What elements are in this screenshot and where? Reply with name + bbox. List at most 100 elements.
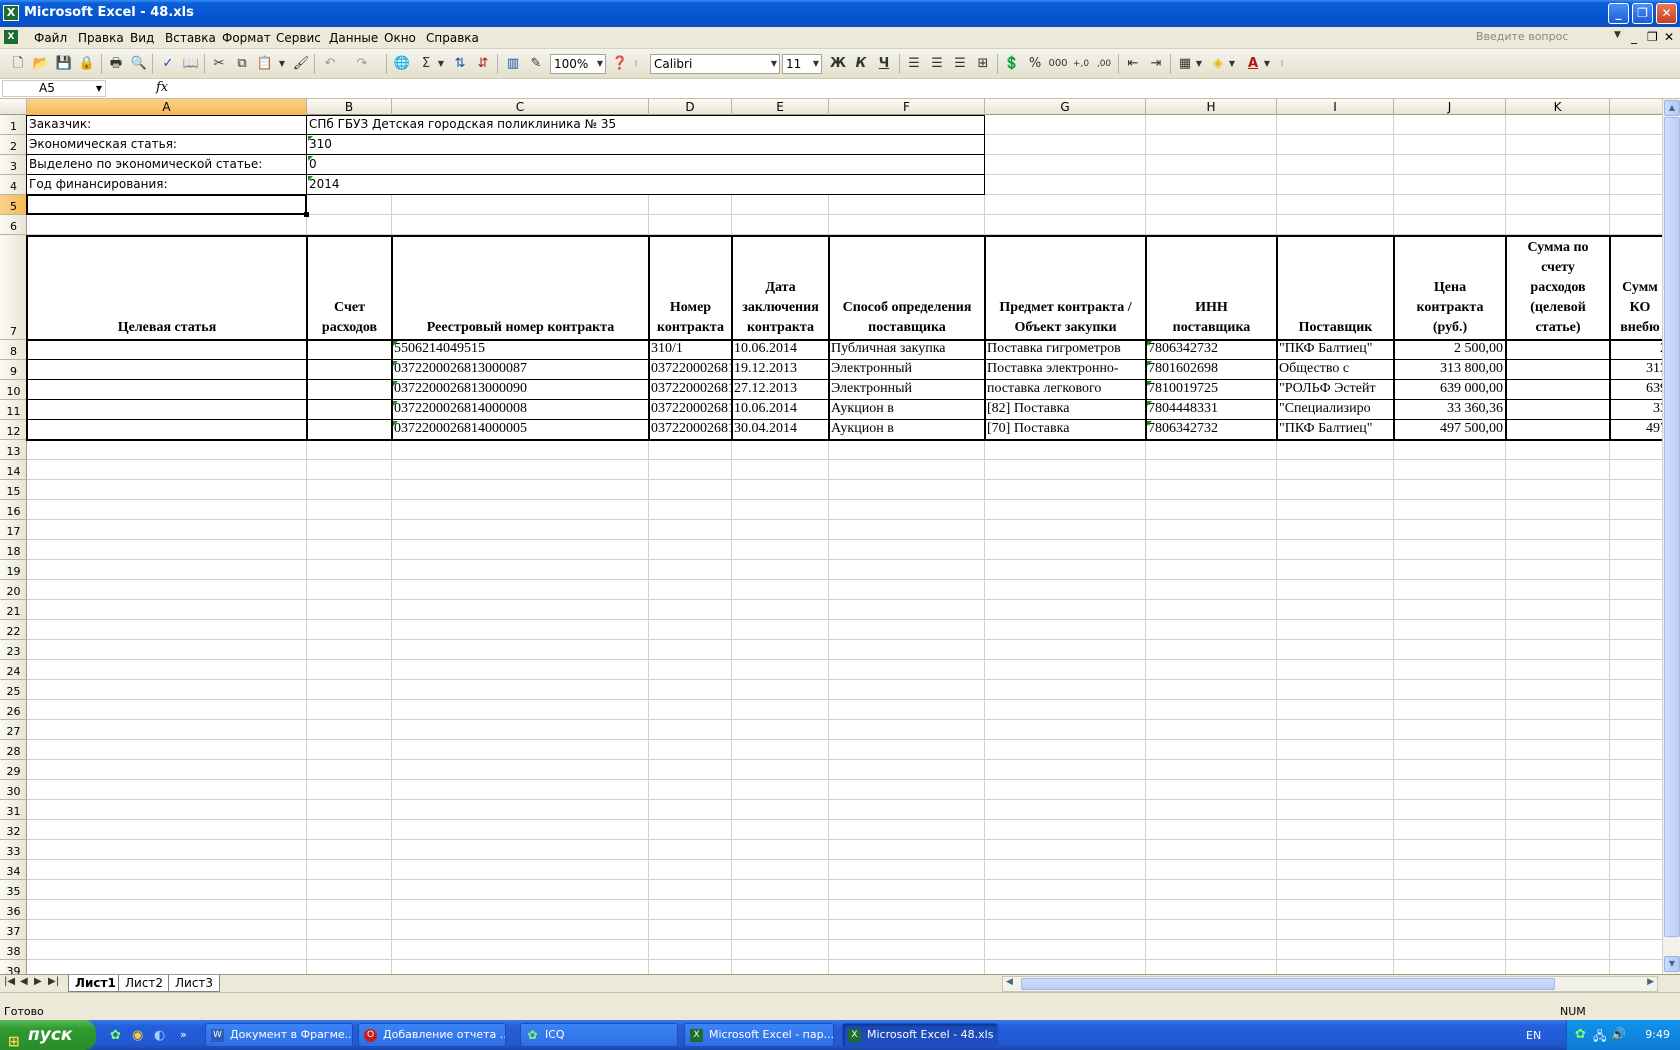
- borders-dropdown-icon[interactable]: ▼: [1194, 54, 1204, 74]
- data-cell-k[interactable]: [1506, 360, 1609, 380]
- row-header-15[interactable]: 15: [0, 480, 27, 500]
- table-header-b[interactable]: Счет расходов: [307, 235, 392, 340]
- table-header-a[interactable]: Целевая статья: [27, 235, 307, 340]
- selected-cell-a5[interactable]: [26, 194, 307, 215]
- quicklaunch-more-icon[interactable]: »: [180, 1028, 187, 1041]
- info-value[interactable]: СПб ГБУЗ Детская городская поликлиника №…: [307, 115, 985, 135]
- data-cell-a[interactable]: [27, 380, 306, 400]
- bold-button[interactable]: Ж: [828, 54, 848, 74]
- chart-wizard-icon[interactable]: ▥: [503, 54, 523, 74]
- row-header-21[interactable]: 21: [0, 600, 27, 620]
- toolbar-options-icon[interactable]: ⁝: [632, 54, 640, 74]
- prev-sheet-icon[interactable]: ◀: [20, 976, 28, 987]
- first-sheet-icon[interactable]: |◀: [4, 976, 15, 987]
- row-header-19[interactable]: 19: [0, 560, 27, 580]
- data-cell-b[interactable]: [307, 340, 391, 360]
- data-cell-b[interactable]: [307, 420, 391, 440]
- table-header-c[interactable]: Реестровый номер контракта: [392, 235, 649, 340]
- zoom-combo[interactable]: 100% ▼: [550, 54, 606, 74]
- chrome-quicklaunch-icon[interactable]: ◉: [132, 1028, 143, 1043]
- row-header-29[interactable]: 29: [0, 760, 27, 780]
- align-right-icon[interactable]: ☰: [950, 54, 970, 74]
- row-header-11[interactable]: 11: [0, 400, 27, 420]
- data-cell-i[interactable]: "ПКФ Балтиец": [1277, 340, 1393, 360]
- scroll-left-icon[interactable]: ◀: [1006, 977, 1013, 987]
- table-header-e[interactable]: Дата заключения контракта: [732, 235, 829, 340]
- data-cell-c[interactable]: 0372200026814000005: [392, 420, 648, 440]
- start-button[interactable]: ⊞ пуск: [0, 1020, 96, 1050]
- hyperlink-icon[interactable]: 🌐: [392, 54, 412, 74]
- row-header-38[interactable]: 38: [0, 940, 27, 960]
- data-cell-f[interactable]: Аукцион в: [829, 420, 984, 440]
- data-cell-f[interactable]: Публичная закупка: [829, 340, 984, 360]
- column-header-d[interactable]: D: [649, 99, 732, 115]
- decrease-indent-icon[interactable]: ⇤: [1123, 54, 1143, 74]
- row-header-30[interactable]: 30: [0, 780, 27, 800]
- row-header-9[interactable]: 9: [0, 360, 27, 380]
- data-cell-g[interactable]: Поставка гигрометров: [985, 340, 1145, 360]
- info-value[interactable]: 310: [307, 135, 985, 155]
- autosum-dropdown-icon[interactable]: ▼: [436, 54, 446, 74]
- row-header-33[interactable]: 33: [0, 840, 27, 860]
- research-icon[interactable]: 📖: [181, 54, 201, 74]
- row-header-5[interactable]: 5: [0, 195, 27, 215]
- column-header-f[interactable]: F: [829, 99, 985, 115]
- row-header-4[interactable]: 4: [0, 175, 27, 195]
- data-cell-c[interactable]: 0372200026814000008: [392, 400, 648, 420]
- new-icon[interactable]: 🗋: [8, 54, 28, 74]
- data-cell-d[interactable]: 0372200026814000008: [649, 400, 731, 420]
- row-header-13[interactable]: 13: [0, 440, 27, 460]
- font-color-dropdown-icon[interactable]: ▼: [1262, 54, 1272, 74]
- data-cell-i[interactable]: "Специализиро: [1277, 400, 1393, 420]
- data-cell-a[interactable]: [27, 340, 306, 360]
- increase-decimal-icon[interactable]: +,0: [1071, 54, 1091, 74]
- row-header-39[interactable]: 39: [0, 960, 27, 974]
- paste-icon[interactable]: 📋: [255, 54, 275, 74]
- row-header-1[interactable]: 1: [0, 115, 27, 135]
- print-icon[interactable]: 🖶: [106, 54, 126, 74]
- info-label[interactable]: Экономическая статья:: [27, 135, 307, 155]
- data-cell-h[interactable]: 7810019725: [1146, 380, 1276, 400]
- data-cell-e[interactable]: 27.12.2013: [732, 380, 828, 400]
- row-header-34[interactable]: 34: [0, 860, 27, 880]
- row-header-2[interactable]: 2: [0, 135, 27, 155]
- print-preview-icon[interactable]: 🔍: [129, 54, 149, 74]
- column-header-l[interactable]: [1610, 99, 1662, 115]
- data-cell-a[interactable]: [27, 360, 306, 380]
- ask-question-input[interactable]: Введите вопрос: [1476, 30, 1622, 46]
- row-header-22[interactable]: 22: [0, 620, 27, 640]
- data-cell-i[interactable]: "ПКФ Балтиец": [1277, 420, 1393, 440]
- workbook-icon[interactable]: X: [4, 30, 18, 44]
- menu-edit[interactable]: Правка: [78, 31, 124, 45]
- data-cell-k[interactable]: [1506, 340, 1609, 360]
- info-label[interactable]: Год финансирования:: [27, 175, 307, 195]
- data-cell-g[interactable]: [82] Поставка: [985, 400, 1145, 420]
- data-cell-g[interactable]: [70] Поставка: [985, 420, 1145, 440]
- currency-icon[interactable]: 💲: [1002, 54, 1022, 74]
- percent-button[interactable]: %: [1025, 54, 1045, 74]
- data-cell-f[interactable]: Аукцион в: [829, 400, 984, 420]
- scroll-right-icon[interactable]: ▶: [1647, 977, 1654, 987]
- icq-tray-icon[interactable]: ✿: [1575, 1027, 1586, 1042]
- merge-center-icon[interactable]: ⊞: [973, 54, 993, 74]
- menu-insert[interactable]: Вставка: [165, 31, 216, 45]
- menu-data[interactable]: Данные: [329, 31, 378, 45]
- column-header-b[interactable]: B: [307, 99, 392, 115]
- font-color-icon[interactable]: A: [1243, 54, 1263, 74]
- data-cell-e[interactable]: 10.06.2014: [732, 400, 828, 420]
- data-cell-b[interactable]: [307, 360, 391, 380]
- table-header-i[interactable]: Поставщик: [1277, 235, 1394, 340]
- row-header-6[interactable]: 6: [0, 215, 27, 235]
- toolbar-options-icon[interactable]: ⁝: [1278, 54, 1286, 74]
- task-icq[interactable]: ✿ ICQ: [520, 1023, 678, 1047]
- sheet-tab-1[interactable]: Лист1: [68, 975, 123, 992]
- data-cell-j[interactable]: 313 800,00: [1394, 360, 1505, 380]
- row-header-25[interactable]: 25: [0, 680, 27, 700]
- data-cell-f[interactable]: Электронный: [829, 360, 984, 380]
- permission-icon[interactable]: 🔒: [77, 54, 97, 74]
- data-cell-h[interactable]: 7806342732: [1146, 420, 1276, 440]
- row-header-23[interactable]: 23: [0, 640, 27, 660]
- data-cell-h[interactable]: 7801602698: [1146, 360, 1276, 380]
- fx-icon[interactable]: fx: [156, 80, 168, 95]
- data-cell-j[interactable]: 2 500,00: [1394, 340, 1505, 360]
